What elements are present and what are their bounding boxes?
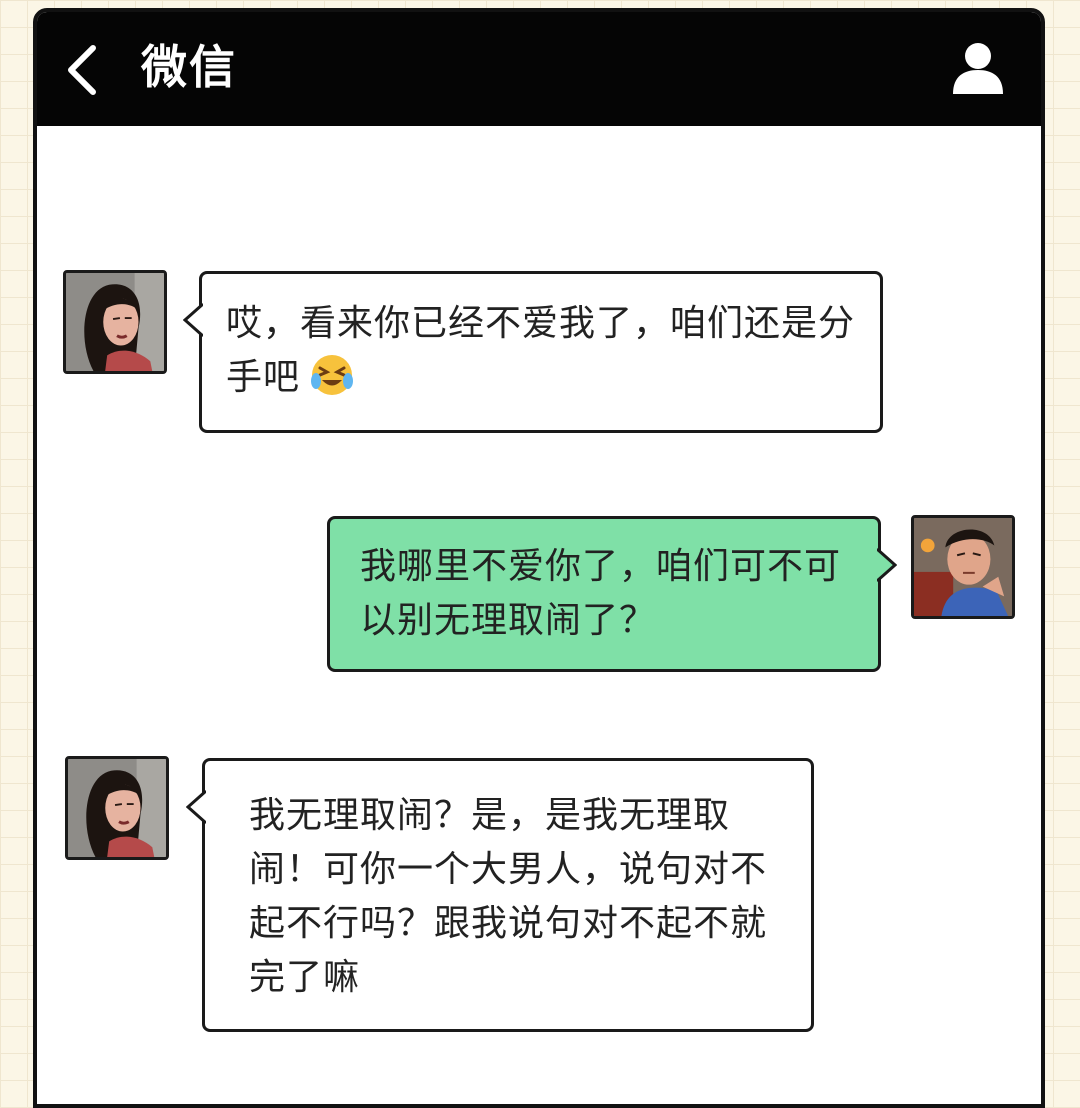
- person-icon[interactable]: [951, 40, 1005, 96]
- avatar-girlfriend[interactable]: [65, 756, 169, 860]
- message-bubble-2: 我哪里不爱你了，咱们可不可以别无理取闹了？: [327, 516, 897, 672]
- top-bar: 微信: [37, 12, 1041, 126]
- bubble-tail: [183, 302, 203, 338]
- message-text: 我哪里不爱你了，咱们可不可以别无理取闹了？: [360, 546, 842, 641]
- phone-frame: 微信 哎，看来你已经不爱我了，咱们还是分手吧 我哪里不爱你了，咱们可不可以别无理…: [33, 8, 1045, 1108]
- avatar-boyfriend[interactable]: [911, 515, 1015, 619]
- crying-laughing-emoji-icon: [311, 355, 354, 395]
- boyfriend-avatar-icon: [914, 518, 1012, 616]
- girlfriend-avatar-icon: [68, 759, 166, 857]
- chevron-left-icon[interactable]: [63, 42, 103, 98]
- girlfriend-avatar-icon: [66, 273, 164, 371]
- avatar-girlfriend[interactable]: [63, 270, 167, 374]
- bubble-tail: [186, 789, 206, 825]
- message-bubble-3: 我无理取闹？是，是我无理取闹！可你一个大男人，说句对不起不行吗？跟我说句对不起不…: [186, 758, 814, 1032]
- message-text: 我无理取闹？是，是我无理取闹！可你一个大男人，说句对不起不行吗？跟我说句对不起不…: [249, 795, 768, 998]
- bubble-tail: [877, 547, 897, 583]
- page-title: 微信: [141, 40, 237, 94]
- message-bubble-1: 哎，看来你已经不爱我了，咱们还是分手吧: [183, 271, 883, 433]
